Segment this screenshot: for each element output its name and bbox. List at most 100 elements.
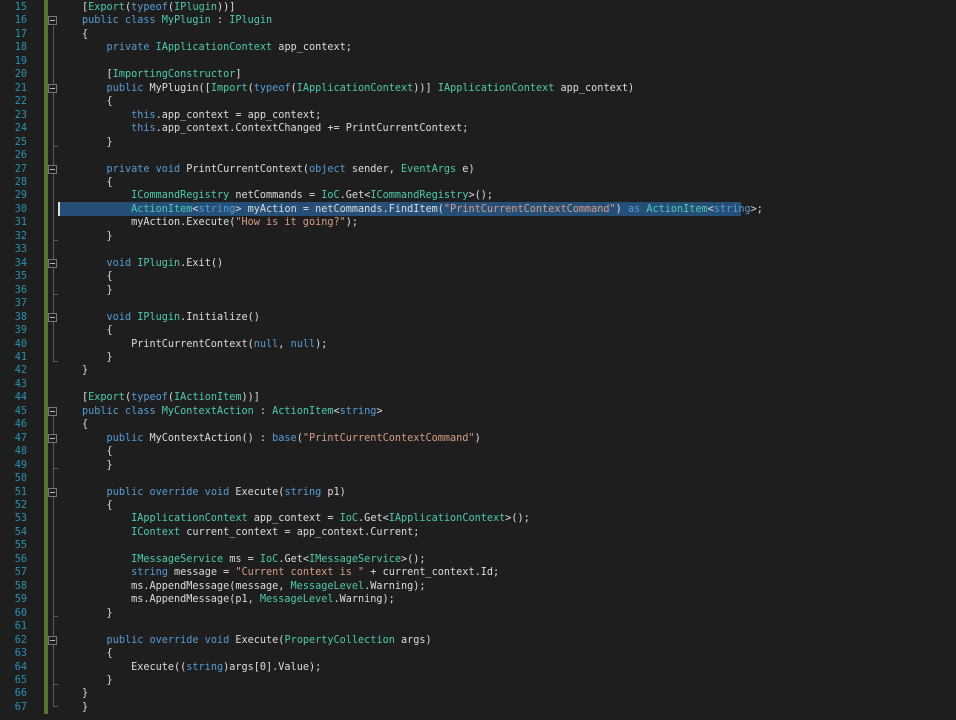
code-token: "Current context is " bbox=[235, 567, 365, 579]
code-line[interactable]: } bbox=[82, 364, 88, 377]
code-token: PrintCurrentContext( bbox=[186, 163, 309, 175]
code-line[interactable]: public override void Execute(string p1) bbox=[82, 486, 346, 499]
code-line[interactable]: } bbox=[82, 459, 113, 472]
code-token: } bbox=[82, 459, 113, 471]
code-line[interactable]: string message = "Current context is " +… bbox=[82, 566, 499, 579]
code-line[interactable]: { bbox=[82, 445, 113, 458]
code-token: ActionItem bbox=[272, 405, 334, 417]
code-token: null bbox=[290, 338, 316, 350]
code-line[interactable]: this.app_context = app_context; bbox=[82, 109, 321, 122]
code-line[interactable]: public MyPlugin([Import(typeof(IApplicat… bbox=[82, 82, 635, 95]
code-line[interactable]: IMessageService ms = IoC.Get<IMessageSer… bbox=[82, 553, 426, 566]
code-line[interactable]: { bbox=[82, 176, 113, 189]
code-line[interactable]: { bbox=[82, 95, 113, 108]
code-line[interactable]: void IPlugin.Exit() bbox=[82, 257, 224, 270]
code-token: Export bbox=[88, 2, 125, 13]
code-line[interactable]: [Export(typeof(IActionItem))] bbox=[82, 391, 260, 404]
code-token: string bbox=[713, 203, 751, 215]
line-number: 30 bbox=[14, 203, 27, 215]
collapse-icon[interactable] bbox=[48, 487, 57, 497]
code-line-selected[interactable]: ActionItem<string> myAction = netCommand… bbox=[82, 203, 763, 216]
code-token: .Get< bbox=[278, 553, 309, 565]
code-line[interactable]: [Export(typeof(IPlugin))] bbox=[82, 1, 235, 14]
code-line[interactable]: { bbox=[82, 418, 88, 431]
code-token: >; bbox=[750, 203, 763, 215]
code-line[interactable]: } bbox=[82, 701, 88, 714]
code-token: IApplicationContext bbox=[388, 513, 506, 525]
code-line[interactable]: IApplicationContext app_context = IoC.Ge… bbox=[82, 512, 530, 525]
code-line[interactable]: { bbox=[82, 647, 113, 660]
collapse-icon[interactable] bbox=[48, 406, 57, 416]
code-line[interactable]: this.app_context.ContextChanged += Print… bbox=[82, 122, 468, 135]
code-line[interactable]: public class MyPlugin : IPlugin bbox=[82, 14, 272, 27]
code-token: this bbox=[131, 123, 156, 135]
code-line[interactable]: PrintCurrentContext(null, null); bbox=[82, 338, 327, 351]
code-token: Execute(( bbox=[82, 661, 187, 673]
code-line[interactable]: private IApplicationContext app_context; bbox=[82, 41, 352, 54]
outline-guide-end bbox=[53, 706, 58, 707]
code-line[interactable]: public MyContextAction() : base("PrintCu… bbox=[82, 432, 481, 445]
code-line[interactable]: { bbox=[82, 28, 88, 41]
outline-guide-end bbox=[53, 146, 58, 147]
code-line[interactable]: { bbox=[82, 324, 113, 337]
code-line[interactable]: void IPlugin.Initialize() bbox=[82, 311, 260, 324]
code-token: >(); bbox=[401, 553, 426, 565]
line-number: 19 bbox=[14, 55, 27, 67]
code-token: } bbox=[82, 365, 89, 377]
code-line[interactable]: { bbox=[82, 270, 113, 283]
code-line[interactable]: } bbox=[82, 674, 113, 687]
code-editor[interactable]: 15 [Export(typeof(IPlugin))] 16 public clas… bbox=[0, 0, 956, 720]
code-token: string bbox=[284, 486, 322, 498]
code-line[interactable]: IContext current_context = app_context.C… bbox=[82, 526, 419, 539]
line-number: 35 bbox=[14, 271, 27, 283]
collapse-icon[interactable] bbox=[48, 164, 57, 174]
code-token: as bbox=[627, 203, 647, 215]
collapse-icon[interactable] bbox=[48, 312, 57, 322]
code-line[interactable]: [ImportingConstructor] bbox=[82, 68, 242, 81]
collapse-icon[interactable] bbox=[48, 258, 57, 268]
code-token: "PrintCurrentContextCommand" bbox=[302, 432, 475, 444]
code-token: "How is it going?" bbox=[235, 217, 346, 229]
code-token: Export bbox=[88, 392, 125, 404]
code-line[interactable]: public class MyContextAction : ActionIte… bbox=[82, 405, 383, 418]
code-line[interactable]: } bbox=[82, 284, 113, 297]
code-line[interactable]: } bbox=[82, 607, 113, 620]
code-line[interactable]: ms.AppendMessage(p1, MessageLevel.Warnin… bbox=[82, 593, 395, 606]
line-number: 22 bbox=[14, 96, 27, 108]
line-number: 44 bbox=[14, 392, 27, 404]
code-token: ActionItem bbox=[131, 203, 193, 215]
code-token: ) bbox=[615, 203, 628, 215]
code-token: IApplicationContext bbox=[296, 82, 414, 94]
code-line[interactable]: private void PrintCurrentContext(object … bbox=[82, 163, 475, 176]
code-token: EventArgs bbox=[400, 163, 457, 175]
code-line[interactable]: { bbox=[82, 499, 113, 512]
code-line[interactable]: myAction.Execute("How is it going?"); bbox=[82, 216, 358, 229]
code-line[interactable]: Execute((string)args[0].Value); bbox=[82, 661, 321, 674]
line-number: 55 bbox=[14, 540, 27, 552]
code-token: { bbox=[82, 500, 113, 512]
code-line[interactable]: } bbox=[82, 687, 88, 700]
code-token: sender, bbox=[345, 163, 401, 175]
collapse-icon[interactable] bbox=[48, 635, 57, 645]
code-token: ICommandRegistry bbox=[370, 190, 469, 202]
line-number: 61 bbox=[14, 621, 27, 633]
code-line[interactable]: } bbox=[82, 230, 113, 243]
code-token: base bbox=[272, 432, 297, 444]
collapse-icon[interactable] bbox=[48, 433, 57, 443]
code-token: >(); bbox=[468, 190, 493, 202]
code-line[interactable]: } bbox=[82, 136, 113, 149]
code-token: app_context; bbox=[272, 42, 352, 54]
line-number: 33 bbox=[14, 244, 27, 256]
code-token: .Exit() bbox=[180, 257, 224, 269]
collapse-icon[interactable] bbox=[48, 16, 57, 26]
code-line[interactable]: ICommandRegistry netCommands = IoC.Get<I… bbox=[82, 189, 493, 202]
code-token: IPlugin bbox=[137, 257, 181, 269]
code-line[interactable]: } bbox=[82, 351, 113, 364]
code-line[interactable]: ms.AppendMessage(message, MessageLevel.W… bbox=[82, 580, 425, 593]
code-line[interactable]: public override void Execute(PropertyCol… bbox=[82, 634, 432, 647]
code-token: } bbox=[82, 688, 89, 700]
collapse-icon[interactable] bbox=[48, 83, 57, 93]
line-number: 25 bbox=[14, 136, 27, 148]
